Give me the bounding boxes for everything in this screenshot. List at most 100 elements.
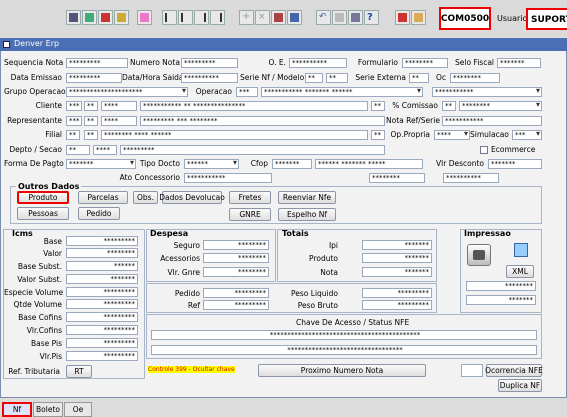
comissao-select[interactable]: ******** — [459, 101, 542, 111]
icms-field-input[interactable]: ****** — [66, 261, 138, 271]
cliente-v3-input[interactable]: **** — [101, 101, 137, 111]
cliente-name-input[interactable]: *********** ** *************** — [140, 101, 368, 111]
delete-icon[interactable]: × — [255, 10, 270, 25]
produto-button[interactable]: Produto — [17, 191, 69, 204]
totais-field-input[interactable]: ******* — [362, 240, 432, 250]
xml-button[interactable]: XML — [506, 265, 534, 278]
save-icon[interactable] — [66, 10, 81, 25]
help-icon[interactable]: ? — [364, 10, 379, 25]
icms-field-input[interactable]: ******* — [66, 274, 138, 284]
duplica-nf-button[interactable]: Duplica NF — [498, 379, 542, 392]
selo-fiscal-input[interactable]: ******* — [497, 58, 541, 68]
forma-pagto-select[interactable]: ******* — [66, 159, 136, 169]
cliente-v1-input[interactable]: *** — [66, 101, 82, 111]
oc-input[interactable]: ******** — [450, 73, 500, 83]
ecommerce-checkbox[interactable] — [480, 146, 488, 154]
espelho-nf-button[interactable]: Espelho Nf — [278, 208, 336, 221]
screen-icon[interactable] — [82, 10, 97, 25]
despesa-field-input[interactable]: ********* — [203, 300, 269, 310]
operacao-code-input[interactable]: *** — [236, 87, 258, 97]
vlr-desconto-input[interactable]: ******* — [488, 159, 542, 169]
proximo-numero-button[interactable]: Proximo Numero Nota — [258, 364, 426, 377]
representante-v3-input[interactable]: **** — [101, 116, 137, 126]
printer-icon[interactable] — [467, 244, 491, 266]
parcelas-button[interactable]: Parcelas — [78, 191, 128, 204]
filial-v2-input[interactable]: ** — [84, 130, 98, 140]
xml-file-icon[interactable] — [514, 243, 528, 257]
chave-line1[interactable]: ****************************************… — [151, 330, 537, 340]
op-propria-select[interactable]: **** — [434, 130, 470, 140]
cliente-uf-input[interactable]: ** — [371, 101, 385, 111]
dados-devolucao-button[interactable]: Dados Devolucao — [159, 191, 225, 204]
impressao-v2-input[interactable]: ******* — [466, 295, 536, 305]
ocorrencia-nfe-button[interactable]: Ocorrencia NFE — [485, 364, 543, 377]
folder-icon[interactable] — [411, 10, 426, 25]
cliente-v2-input[interactable]: ** — [84, 101, 98, 111]
reenviar-nfe-button[interactable]: Reenviar Nfe — [278, 191, 336, 204]
rt-button[interactable]: RT — [66, 365, 92, 378]
representante-v2-input[interactable]: ** — [84, 116, 98, 126]
cfop-desc-input[interactable]: ****** ******* ***** — [315, 159, 423, 169]
depto-v2-input[interactable]: **** — [93, 145, 117, 155]
despesa-field-input[interactable]: ********* — [203, 288, 269, 298]
simulacao-select[interactable]: *** — [512, 130, 542, 140]
edit-icon[interactable] — [114, 10, 129, 25]
ocorrencia-code-input[interactable] — [461, 364, 483, 377]
print-icon[interactable] — [98, 10, 113, 25]
serie-externa-input[interactable]: ** — [409, 73, 429, 83]
fretes-button[interactable]: Fretes — [229, 191, 271, 204]
formulario-input[interactable]: ******** — [402, 58, 448, 68]
totais-field-input[interactable]: ********* — [362, 300, 432, 310]
modelo-input[interactable]: ** — [326, 73, 348, 83]
last-icon[interactable] — [210, 10, 225, 25]
icms-field-input[interactable]: ********* — [66, 325, 138, 335]
tab-oe[interactable]: Oe — [64, 402, 92, 417]
gnre-button[interactable]: GNRE — [229, 208, 271, 221]
totais-field-input[interactable]: ******* — [362, 267, 432, 277]
obs-button[interactable]: Obs. — [133, 191, 158, 204]
prev-icon[interactable] — [178, 10, 193, 25]
extra1-input[interactable]: ******** — [369, 173, 425, 183]
totais-field-input[interactable]: ********* — [362, 288, 432, 298]
nota-ref-input[interactable]: *********** — [442, 116, 542, 126]
representante-name-input[interactable]: ********* *** ******** — [140, 116, 385, 126]
filter-icon[interactable] — [287, 10, 302, 25]
tab-boleto[interactable]: Boleto — [33, 402, 63, 417]
despesa-field-input[interactable]: ******** — [203, 267, 269, 277]
list-icon[interactable] — [348, 10, 363, 25]
comissao-v1-input[interactable]: ** — [442, 101, 456, 111]
copy-icon[interactable] — [332, 10, 347, 25]
oe-input[interactable]: ********** — [289, 58, 347, 68]
filial-name-input[interactable]: ******** **** ****** — [101, 130, 368, 140]
tipo-docto-select[interactable]: ****** — [184, 159, 239, 169]
totais-field-input[interactable]: ******* — [362, 253, 432, 263]
report-icon[interactable] — [271, 10, 286, 25]
exit-icon[interactable] — [395, 10, 410, 25]
icms-field-input[interactable]: ******** — [66, 248, 138, 258]
impressao-v1-input[interactable]: ******** — [466, 281, 536, 291]
numero-nota-input[interactable]: ********* — [181, 58, 238, 68]
filial-v1-input[interactable]: ** — [66, 130, 80, 140]
pedido-button[interactable]: Pedido — [78, 207, 120, 220]
operacao-extra-select[interactable]: *********** — [432, 87, 542, 97]
icms-field-input[interactable]: ********* — [66, 312, 138, 322]
first-icon[interactable] — [162, 10, 177, 25]
wand-icon[interactable] — [137, 10, 152, 25]
cfop-code-input[interactable]: ******* — [272, 159, 312, 169]
filial-uf-input[interactable]: ** — [371, 130, 385, 140]
data-emissao-input[interactable]: ********* — [66, 73, 122, 83]
operacao-select[interactable]: *********** ******* ****** — [261, 87, 423, 97]
depto-v1-input[interactable]: ** — [66, 145, 90, 155]
icms-field-input[interactable]: ********* — [66, 236, 138, 246]
next-icon[interactable] — [194, 10, 209, 25]
despesa-field-input[interactable]: ******** — [203, 240, 269, 250]
icms-field-input[interactable]: ********* — [66, 299, 138, 309]
representante-v1-input[interactable]: *** — [66, 116, 82, 126]
sequencia-input[interactable]: ********* — [66, 58, 128, 68]
extra2-input[interactable]: ********** — [443, 173, 499, 183]
depto-name-input[interactable]: ********* — [120, 145, 385, 155]
pessoas-button[interactable]: Pessoas — [17, 207, 69, 220]
chave-line2[interactable]: ********************************* — [151, 345, 537, 355]
tab-nf[interactable]: Nf — [2, 402, 32, 417]
data-hora-saida-input[interactable]: ********** — [181, 73, 238, 83]
